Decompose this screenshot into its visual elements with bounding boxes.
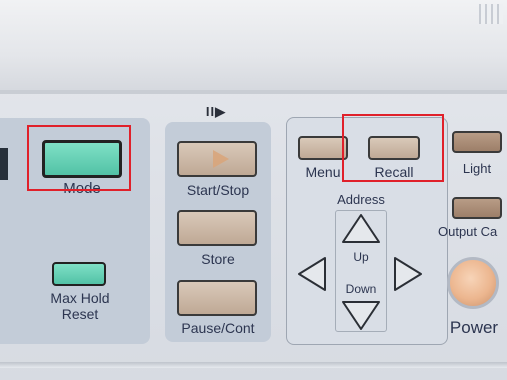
output-button[interactable] bbox=[452, 197, 502, 219]
output-label: Output Ca bbox=[438, 224, 498, 239]
start-stop-label: Start/Stop bbox=[186, 182, 250, 198]
vent-grille bbox=[479, 4, 503, 24]
bezel-edge bbox=[0, 90, 507, 94]
power-button[interactable] bbox=[447, 257, 499, 309]
start-stop-button[interactable] bbox=[177, 141, 257, 177]
max-hold-label: Max Hold bbox=[50, 290, 110, 306]
reset-label: Reset bbox=[61, 306, 99, 322]
play-pause-icon: II▶ bbox=[205, 104, 227, 119]
up-label: Up bbox=[353, 250, 369, 264]
arrow-down-icon[interactable] bbox=[339, 298, 383, 332]
device-front-panel: Mode Max Hold Reset II▶ Start/Stop Store… bbox=[0, 0, 507, 380]
menu-button[interactable] bbox=[298, 136, 348, 160]
arrow-up-icon[interactable] bbox=[339, 212, 383, 246]
max-hold-reset-button[interactable] bbox=[52, 262, 106, 286]
top-bezel bbox=[0, 0, 507, 92]
down-label: Down bbox=[345, 282, 377, 296]
side-indicator bbox=[0, 148, 8, 180]
play-triangle-icon bbox=[213, 150, 229, 168]
address-label: Address bbox=[337, 192, 385, 207]
store-label: Store bbox=[201, 251, 235, 267]
arrow-right-icon[interactable] bbox=[392, 254, 424, 294]
arrow-left-icon[interactable] bbox=[296, 254, 328, 294]
menu-label: Menu bbox=[305, 164, 341, 180]
power-label: Power bbox=[449, 318, 499, 337]
store-button[interactable] bbox=[177, 210, 257, 246]
mode-highlight-box bbox=[27, 125, 131, 191]
pause-cont-label: Pause/Cont bbox=[181, 320, 255, 336]
pause-cont-button[interactable] bbox=[177, 280, 257, 316]
light-button[interactable] bbox=[452, 131, 502, 153]
light-label: Light bbox=[462, 161, 492, 176]
bottom-edge bbox=[0, 362, 507, 368]
recall-highlight-box bbox=[342, 114, 444, 182]
